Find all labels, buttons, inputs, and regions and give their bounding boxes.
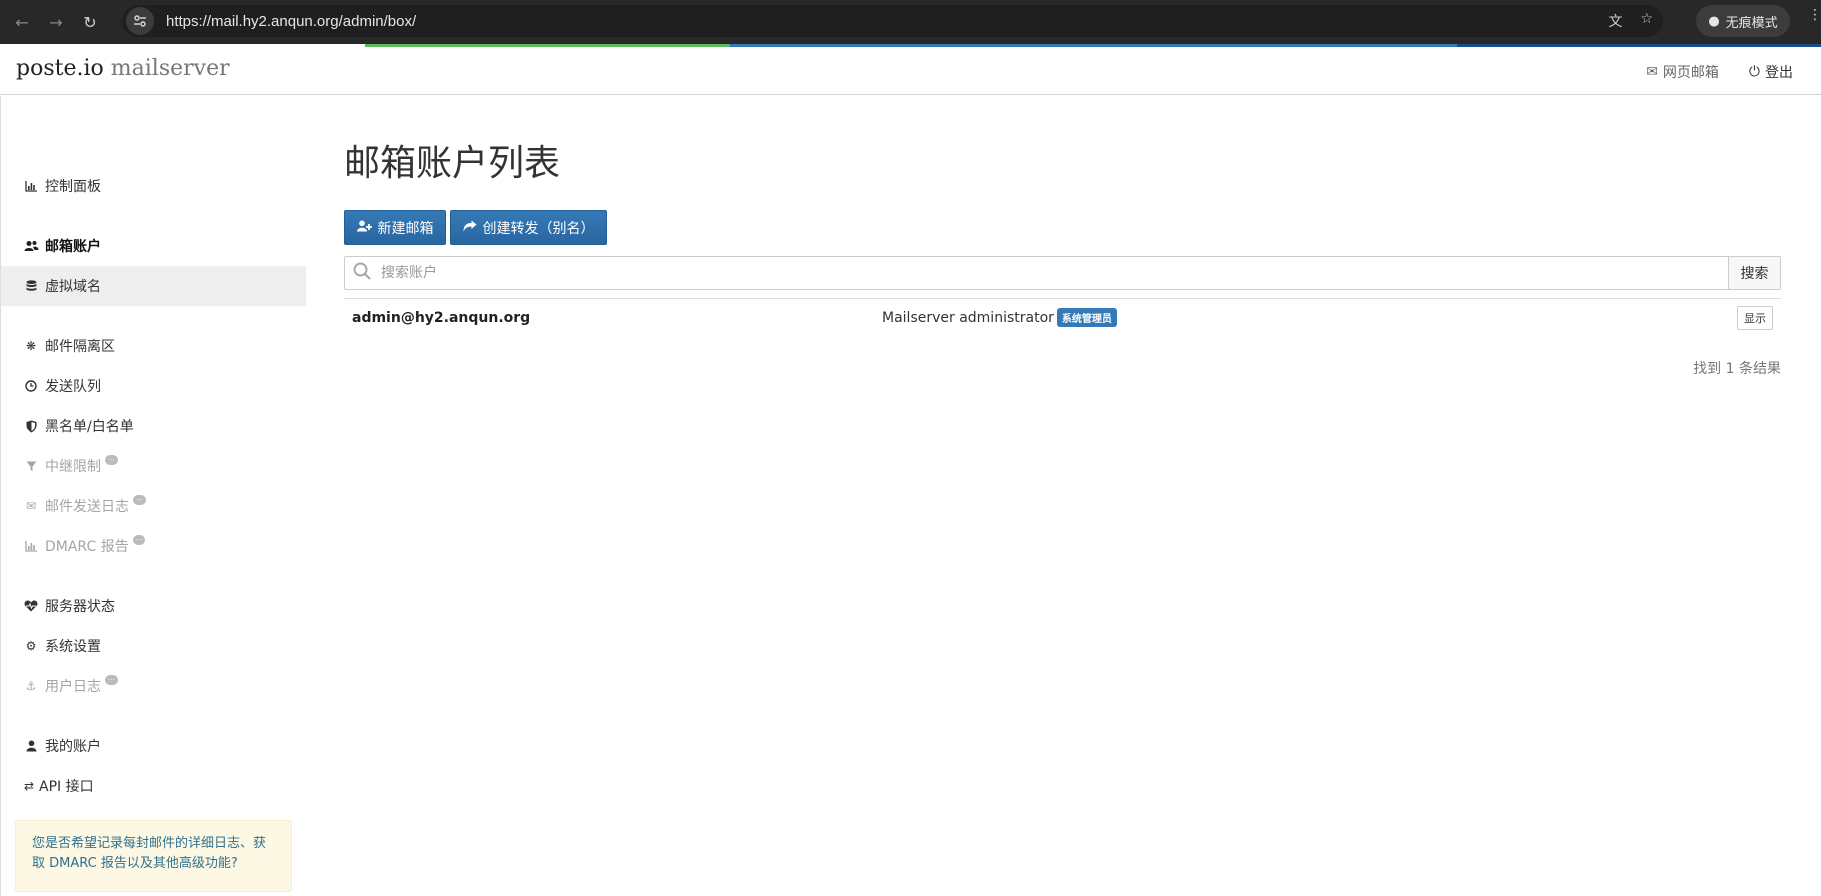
sidebar-item-label: 发送队列 xyxy=(45,379,101,395)
sidebar-item-dmarc-reports[interactable]: DMARC 报告 ··· xyxy=(1,526,306,566)
sidebar-item-label: API 接口 xyxy=(39,779,94,795)
sidebar-item-my-account[interactable]: 我的账户 xyxy=(1,726,306,766)
gears-icon: ⚙ xyxy=(25,639,37,653)
users-icon xyxy=(23,240,39,252)
forward-icon[interactable]: → xyxy=(44,10,68,34)
incognito-indicator[interactable]: ● 无痕模式 xyxy=(1696,5,1790,37)
pro-badge-icon: ··· xyxy=(105,455,118,465)
power-icon: ⏻ xyxy=(1748,64,1760,80)
browser-menu-icon[interactable]: ⋮ xyxy=(1808,8,1821,22)
add-user-icon xyxy=(356,220,372,236)
page-title: 邮箱账户列表 xyxy=(344,143,561,184)
sidebar-item-dashboard[interactable]: 控制面板 xyxy=(1,166,306,206)
search-button[interactable]: 搜索 xyxy=(1728,256,1781,290)
sidebar-item-delivery-log[interactable]: ✉ 邮件发送日志 ··· xyxy=(1,486,306,526)
account-name: Mailserver administrator xyxy=(882,309,1054,326)
envelope-icon: ✉ xyxy=(25,499,37,513)
sidebar: 控制面板 邮箱账户 虚拟域名 ❋ 邮件隔离区 发送队列 黑名单/白名单 中继限制… xyxy=(0,96,306,896)
webmail-label: 网页邮箱 xyxy=(1662,65,1719,81)
sidebar-item-label: 黑名单/白名单 xyxy=(45,419,134,435)
navbar-actions: ✉ 网页邮箱 ⏻ 登出 xyxy=(1646,62,1793,82)
sidebar-item-quarantine[interactable]: ❋ 邮件隔离区 xyxy=(1,326,306,366)
brand-main: poste.io xyxy=(16,56,104,81)
sidebar-item-delivery-queue[interactable]: 发送队列 xyxy=(1,366,306,406)
app-navbar: poste.io mailserver ✉ 网页邮箱 ⏻ 登出 xyxy=(0,47,1821,95)
sidebar-item-label: 系统设置 xyxy=(45,639,101,655)
result-count: 找到 1 条结果 xyxy=(1693,361,1781,377)
sidebar-item-label: 中继限制 xyxy=(45,459,101,475)
create-alias-label: 创建转发（别名） xyxy=(482,220,595,237)
sidebar-item-label: 邮件发送日志 xyxy=(45,499,129,515)
pro-badge-icon: ··· xyxy=(132,535,146,545)
bug-icon: ❋ xyxy=(25,339,37,353)
reload-icon[interactable]: ↻ xyxy=(78,10,102,34)
site-settings-icon[interactable] xyxy=(126,7,154,35)
table-row[interactable]: admin@hy2.anqun.org Mailserver administr… xyxy=(344,298,1781,336)
sidebar-item-label: 服务器状态 xyxy=(45,599,115,615)
new-mailbox-label: 新建邮箱 xyxy=(377,220,434,237)
create-alias-button[interactable]: 创建转发（别名） xyxy=(450,210,607,245)
address-bar[interactable]: https://mail.hy2.anqun.org/admin/box/ 文 … xyxy=(122,5,1663,37)
user-icon xyxy=(23,740,39,752)
webmail-link[interactable]: ✉ 网页邮箱 xyxy=(1646,62,1719,82)
sidebar-item-label: 虚拟域名 xyxy=(45,279,101,295)
back-icon[interactable]: ← xyxy=(10,10,34,34)
account-name-cell: Mailserver administrator 系统管理员 xyxy=(882,308,1117,327)
translate-icon[interactable]: 文 xyxy=(1608,11,1622,31)
url-text[interactable]: https://mail.hy2.anqun.org/admin/box/ xyxy=(166,13,416,30)
sidebar-item-user-log[interactable]: ⚓ 用户日志 ··· xyxy=(1,666,306,706)
sidebar-item-label: 用户日志 xyxy=(45,679,101,695)
logout-link[interactable]: ⏻ 登出 xyxy=(1749,62,1793,82)
new-mailbox-button[interactable]: 新建邮箱 xyxy=(344,210,446,245)
share-icon xyxy=(463,220,477,236)
sidebar-item-label: 邮件隔离区 xyxy=(45,339,115,355)
database-icon xyxy=(23,279,39,293)
search-icon xyxy=(353,262,375,285)
bookmark-star-icon[interactable]: ☆ xyxy=(1640,11,1653,31)
brand-logo[interactable]: poste.io mailserver xyxy=(16,56,230,81)
brand-sub: mailserver xyxy=(110,56,230,81)
bar-chart-icon xyxy=(23,540,39,552)
search-group: 搜索 xyxy=(344,256,1781,290)
role-badge: 系统管理员 xyxy=(1056,308,1117,327)
sidebar-item-relay-limits[interactable]: 中继限制 ··· xyxy=(1,446,306,486)
sidebar-item-server-status[interactable]: 服务器状态 xyxy=(1,586,306,626)
logout-label: 登出 xyxy=(1765,65,1793,81)
sidebar-item-label: DMARC 报告 xyxy=(45,539,129,555)
user-log-icon: ⚓ xyxy=(25,679,37,693)
shield-icon xyxy=(23,420,39,433)
exchange-icon: ⇄ xyxy=(23,779,35,793)
sidebar-item-virtual-domains[interactable]: 虚拟域名 xyxy=(1,266,306,306)
filter-icon xyxy=(23,461,39,472)
bar-chart-icon xyxy=(23,180,39,192)
sidebar-item-api[interactable]: ⇄ API 接口 xyxy=(1,766,306,806)
envelope-icon: ✉ xyxy=(1646,64,1658,80)
sidebar-item-mailboxes[interactable]: 邮箱账户 xyxy=(1,226,306,266)
incognito-icon: ● xyxy=(1708,13,1720,29)
sidebar-item-label: 邮箱账户 xyxy=(45,239,101,255)
account-email[interactable]: admin@hy2.anqun.org xyxy=(352,310,530,326)
search-box[interactable] xyxy=(344,256,1728,290)
heartbeat-icon xyxy=(23,600,39,612)
pro-badge-icon: ··· xyxy=(105,675,118,685)
sidebar-item-label: 我的账户 xyxy=(45,739,101,755)
sidebar-item-system-settings[interactable]: ⚙ 系统设置 xyxy=(1,626,306,666)
show-account-button[interactable]: 显示 xyxy=(1737,305,1773,330)
sidebar-item-label: 控制面板 xyxy=(45,179,101,195)
upgrade-promo[interactable]: 您是否希望记录每封邮件的详细日志、获取 DMARC 报告以及其他高级功能? xyxy=(15,820,292,892)
clock-icon xyxy=(23,380,39,392)
search-input[interactable] xyxy=(381,265,1626,281)
pro-badge-icon: ··· xyxy=(133,495,146,505)
sidebar-item-blacklist-whitelist[interactable]: 黑名单/白名单 xyxy=(1,406,306,446)
incognito-label: 无痕模式 xyxy=(1725,15,1778,31)
browser-toolbar: ← → ↻ https://mail.hy2.anqun.org/admin/b… xyxy=(0,0,1821,44)
